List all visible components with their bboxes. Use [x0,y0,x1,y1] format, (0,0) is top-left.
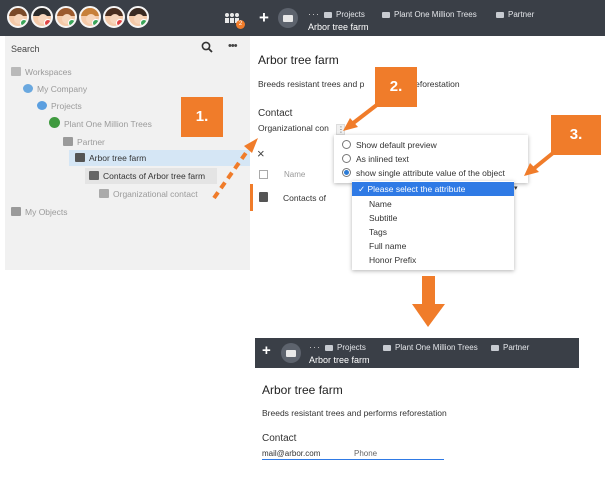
page-title-bar: Arbor tree farm [309,355,370,365]
result-page-title: Arbor tree farm [262,383,343,397]
add-icon[interactable]: + [262,342,271,359]
breadcrumb-item[interactable]: Plant One Million Trees [395,343,478,352]
arrow-3-shaft [530,151,555,172]
result-underline [262,459,444,460]
breadcrumb-item[interactable]: Partner [503,343,529,352]
breadcrumb-item[interactable]: Projects [337,343,366,352]
result-phone: Phone [354,449,378,458]
step-3-callout: 3. [551,115,601,155]
step-1-callout: 1. [181,97,223,137]
arrow-1-head [244,138,258,153]
folder-icon [383,345,391,351]
folder-icon [491,345,499,351]
result-navigation-bar: + ··· Projects Plant One Million Trees P… [255,338,579,368]
down-arrow-shaft [422,276,435,305]
folder-icon[interactable] [281,343,301,363]
annotation-arrows [212,102,555,327]
arrow-1-shaft [212,148,250,200]
step-2-callout: 2. [375,67,417,107]
result-contact-heading: Contact [262,433,297,444]
result-description: Breeds resistant trees and performs refo… [262,408,447,418]
result-email[interactable]: mail@arbor.com [262,449,320,458]
folder-icon [325,345,333,351]
breadcrumb-overflow[interactable]: ··· [309,342,321,352]
arrow-2-shaft [350,102,380,126]
down-arrow-head [412,304,445,327]
